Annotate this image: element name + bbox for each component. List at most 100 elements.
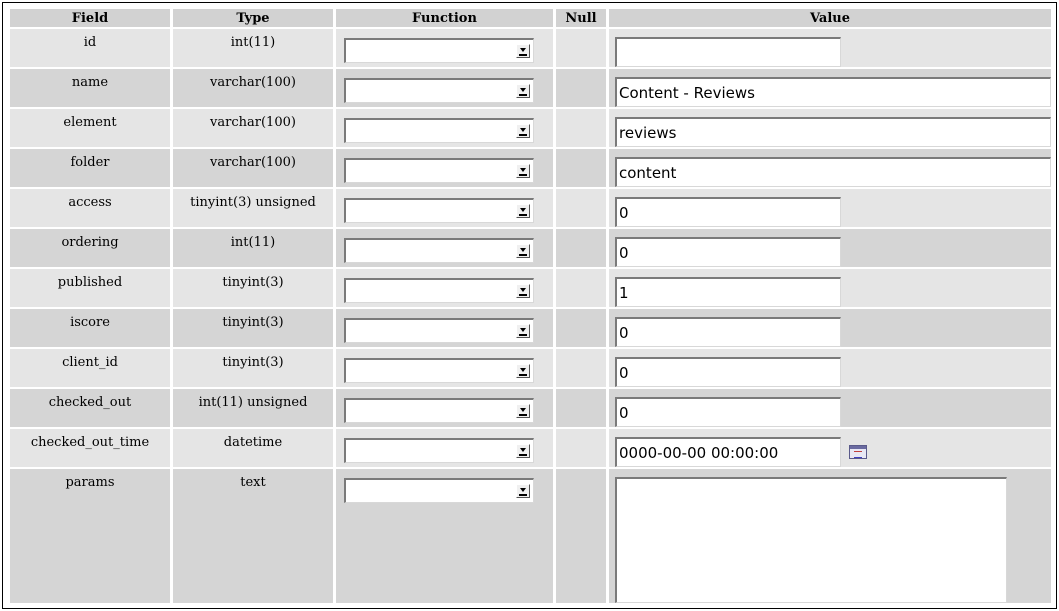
table-row: checked_out int(11) unsigned 0: [10, 389, 1051, 427]
value-input[interactable]: 0: [615, 197, 841, 227]
function-cell: [336, 69, 553, 107]
chevron-down-icon[interactable]: [516, 444, 530, 458]
table-row: name varchar(100) Content - Reviews: [10, 69, 1051, 107]
function-select[interactable]: [344, 478, 534, 503]
function-select[interactable]: [344, 158, 534, 183]
value-cell: [609, 29, 1051, 67]
function-cell: [336, 429, 553, 467]
field-name: client_id: [10, 349, 170, 387]
value-input[interactable]: Content - Reviews: [615, 77, 1051, 107]
header-type: Type: [173, 9, 333, 27]
field-name: params: [10, 469, 170, 603]
field-type: tinyint(3): [173, 309, 333, 347]
null-cell: [556, 149, 606, 187]
function-select[interactable]: [344, 198, 534, 223]
field-name: folder: [10, 149, 170, 187]
function-select[interactable]: [344, 398, 534, 423]
null-cell: [556, 389, 606, 427]
function-cell: [336, 189, 553, 227]
table-row: params text: [10, 469, 1051, 603]
header-function: Function: [336, 9, 553, 27]
function-select[interactable]: [344, 278, 534, 303]
value-cell: Content - Reviews: [609, 69, 1051, 107]
function-select[interactable]: [344, 358, 534, 383]
function-cell: [336, 29, 553, 67]
function-select[interactable]: [344, 438, 534, 463]
header-null: Null: [556, 9, 606, 27]
header-field: Field: [10, 9, 170, 27]
field-name: ordering: [10, 229, 170, 267]
chevron-down-icon[interactable]: [516, 204, 530, 218]
null-cell: [556, 189, 606, 227]
null-cell: [556, 469, 606, 603]
header-value: Value: [609, 9, 1051, 27]
chevron-down-icon[interactable]: [516, 244, 530, 258]
function-cell: [336, 469, 553, 603]
field-type: varchar(100): [173, 109, 333, 147]
null-cell: [556, 269, 606, 307]
field-type: varchar(100): [173, 149, 333, 187]
value-textarea[interactable]: [615, 477, 1007, 603]
field-name: element: [10, 109, 170, 147]
value-input[interactable]: reviews: [615, 117, 1051, 147]
value-input[interactable]: 0: [615, 237, 841, 267]
function-cell: [336, 269, 553, 307]
null-cell: [556, 69, 606, 107]
null-cell: [556, 109, 606, 147]
field-name: access: [10, 189, 170, 227]
function-select[interactable]: [344, 238, 534, 263]
calendar-icon[interactable]: [849, 445, 867, 459]
function-cell: [336, 309, 553, 347]
null-cell: [556, 429, 606, 467]
value-input[interactable]: 0: [615, 397, 841, 427]
field-name: name: [10, 69, 170, 107]
chevron-down-icon[interactable]: [516, 44, 530, 58]
chevron-down-icon[interactable]: [516, 284, 530, 298]
function-select[interactable]: [344, 78, 534, 103]
field-type: varchar(100): [173, 69, 333, 107]
table-row: folder varchar(100) content: [10, 149, 1051, 187]
value-cell: 0: [609, 349, 1051, 387]
chevron-down-icon[interactable]: [516, 84, 530, 98]
value-input[interactable]: 1: [615, 277, 841, 307]
field-name: iscore: [10, 309, 170, 347]
value-input[interactable]: 0: [615, 317, 841, 347]
chevron-down-icon[interactable]: [516, 404, 530, 418]
chevron-down-icon[interactable]: [516, 164, 530, 178]
null-cell: [556, 349, 606, 387]
table-row: access tinyint(3) unsigned 0: [10, 189, 1051, 227]
value-cell: 0: [609, 189, 1051, 227]
value-cell: 0: [609, 229, 1051, 267]
function-cell: [336, 349, 553, 387]
datetime-wrapper: 0000-00-00 00:00:00: [615, 437, 1051, 467]
function-cell: [336, 109, 553, 147]
chevron-down-icon[interactable]: [516, 324, 530, 338]
table-row: checked_out_time datetime 0000-00-00 00:00…: [10, 429, 1051, 467]
table-row: published tinyint(3) 1: [10, 269, 1051, 307]
field-name: checked_out: [10, 389, 170, 427]
field-type: text: [173, 469, 333, 603]
table-row: element varchar(100) reviews: [10, 109, 1051, 147]
chevron-down-icon[interactable]: [516, 124, 530, 138]
value-cell: 0: [609, 309, 1051, 347]
function-select[interactable]: [344, 38, 534, 63]
field-name: published: [10, 269, 170, 307]
value-input[interactable]: 0: [615, 357, 841, 387]
field-type: datetime: [173, 429, 333, 467]
field-type: int(11) unsigned: [173, 389, 333, 427]
null-cell: [556, 309, 606, 347]
null-cell: [556, 29, 606, 67]
field-type: int(11): [173, 229, 333, 267]
null-cell: [556, 229, 606, 267]
value-input[interactable]: content: [615, 157, 1051, 187]
function-select[interactable]: [344, 118, 534, 143]
value-input[interactable]: 0000-00-00 00:00:00: [615, 437, 841, 467]
field-name: id: [10, 29, 170, 67]
insert-row-form: Field Type Function Null Value id int(11)…: [2, 2, 1057, 609]
value-cell: 0: [609, 389, 1051, 427]
chevron-down-icon[interactable]: [516, 484, 530, 498]
value-input[interactable]: [615, 37, 841, 67]
field-type: tinyint(3) unsigned: [173, 189, 333, 227]
function-select[interactable]: [344, 318, 534, 343]
chevron-down-icon[interactable]: [516, 364, 530, 378]
